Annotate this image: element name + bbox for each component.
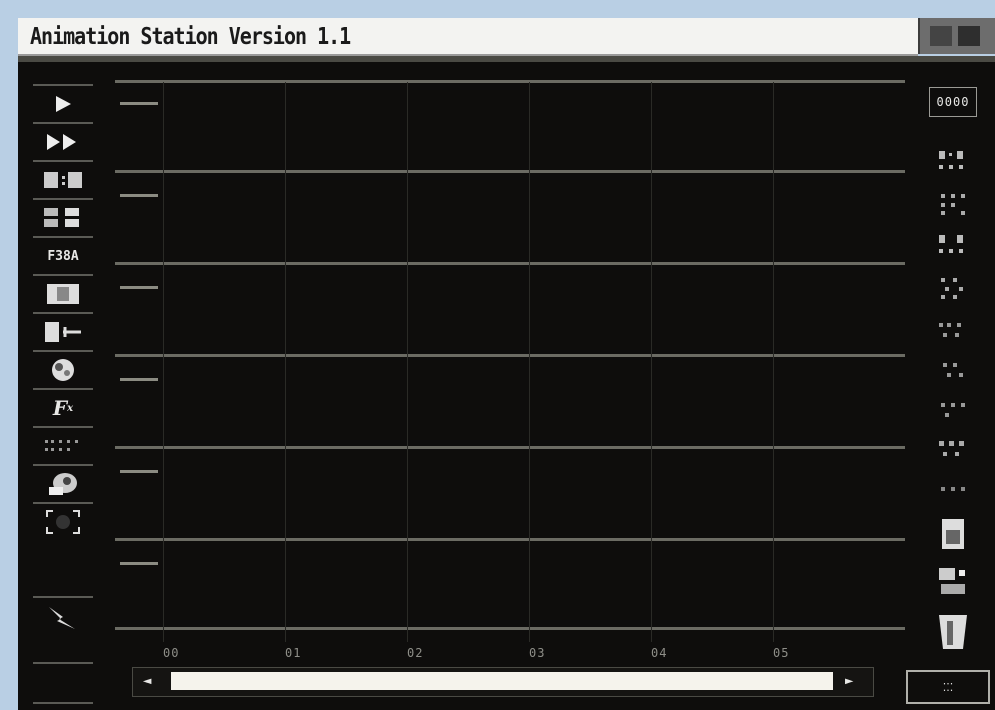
frames-button[interactable]: [33, 198, 93, 236]
frame-view-button[interactable]: [33, 274, 93, 312]
track-control-4-button[interactable]: [923, 270, 983, 306]
left-bottom-panel: [33, 662, 93, 704]
frames-icon: [44, 208, 79, 227]
time-label: 05: [773, 646, 790, 660]
window-depth-gadget[interactable]: [918, 18, 995, 54]
effects-button[interactable]: Fx: [33, 388, 93, 426]
title-bar[interactable]: Animation Station Version 1.1: [18, 18, 918, 56]
track-divider: [115, 80, 905, 83]
trash-icon: [939, 615, 967, 649]
palette-icon: [52, 359, 74, 381]
main-window: F38A Fx 00 01 02 03 04 05 ◄ ► 0000 ⁚⁚⁚: [18, 56, 995, 710]
time-gridline: [163, 82, 164, 642]
time-label: 02: [407, 646, 424, 660]
select-area-button[interactable]: [33, 502, 93, 540]
effects-icon: F: [52, 396, 68, 420]
dotted-grid-button[interactable]: [33, 426, 93, 464]
track-control-6-icon: [943, 363, 963, 377]
track-marker: [120, 562, 158, 565]
fast-forward-icon: [47, 134, 76, 150]
palette-button[interactable]: [33, 350, 93, 388]
frame-view-icon: [47, 284, 79, 304]
scroll-thumb[interactable]: [171, 672, 833, 690]
track-control-4-icon: [941, 278, 963, 299]
track-divider: [115, 446, 905, 449]
document-button[interactable]: [923, 514, 983, 554]
play-button[interactable]: [33, 84, 93, 122]
horizontal-scrollbar[interactable]: ◄ ►: [132, 667, 874, 697]
paint-tool-icon: [49, 473, 77, 495]
frame-counter-icon: [44, 172, 82, 188]
time-label: 04: [651, 646, 668, 660]
track-control-2-icon: [941, 194, 965, 215]
time-label: 03: [529, 646, 546, 660]
paint-tool-button[interactable]: [33, 464, 93, 502]
depth-front-icon: [958, 26, 980, 46]
timeline-tracks[interactable]: 00 01 02 03 04 05: [115, 72, 905, 660]
fast-forward-button[interactable]: [33, 122, 93, 160]
track-divider: [115, 354, 905, 357]
select-area-icon: [46, 510, 80, 534]
track-control-3-button[interactable]: [923, 228, 983, 264]
time-gridline: [285, 82, 286, 642]
track-control-1-icon: [939, 151, 963, 169]
track-marker: [120, 470, 158, 473]
dotted-grid-icon: [45, 440, 78, 451]
frame-label-button[interactable]: F38A: [33, 236, 93, 274]
frame-counter-button[interactable]: [33, 160, 93, 198]
time-gridline: [407, 82, 408, 642]
frame-label-icon: F38A: [47, 248, 79, 264]
lightning-icon: [49, 607, 75, 629]
track-control-3-icon: [939, 235, 963, 253]
insert-frame-button[interactable]: [33, 312, 93, 350]
track-divider: [115, 170, 905, 173]
track-control-7-button[interactable]: [923, 392, 983, 428]
play-icon: [56, 96, 71, 112]
time-gridline: [651, 82, 652, 642]
track-control-7-icon: [941, 403, 965, 417]
track-divider: [115, 627, 905, 630]
counter-display-button[interactable]: 0000: [923, 84, 983, 120]
time-label: 00: [163, 646, 180, 660]
document-icon: [942, 519, 964, 549]
track-marker: [120, 194, 158, 197]
lightning-button[interactable]: [33, 596, 93, 638]
track-divider: [115, 262, 905, 265]
track-marker: [120, 286, 158, 289]
track-control-5-icon: [939, 323, 961, 337]
track-control-9-button[interactable]: [923, 472, 983, 508]
scroll-right-icon[interactable]: ►: [845, 673, 853, 689]
scroll-left-icon[interactable]: ◄: [143, 673, 151, 689]
track-control-5-button[interactable]: [923, 312, 983, 348]
trash-button[interactable]: [923, 610, 983, 654]
counter-display: 0000: [929, 87, 977, 117]
time-gridline: [773, 82, 774, 642]
settings-button[interactable]: [923, 562, 983, 602]
track-control-1-button[interactable]: [923, 144, 983, 180]
time-label: 01: [285, 646, 302, 660]
track-marker: [120, 378, 158, 381]
time-gridline: [529, 82, 530, 642]
status-button[interactable]: ⁚⁚⁚: [906, 670, 990, 704]
depth-back-icon: [930, 26, 952, 46]
track-control-2-button[interactable]: [923, 186, 983, 222]
track-control-8-button[interactable]: [923, 432, 983, 468]
insert-frame-icon: [45, 322, 81, 342]
window-title: Animation Station Version 1.1: [30, 22, 351, 50]
settings-icon: [939, 568, 965, 594]
track-marker: [120, 102, 158, 105]
track-control-9-icon: [941, 487, 965, 491]
track-divider: [115, 538, 905, 541]
track-control-6-button[interactable]: [923, 352, 983, 388]
track-control-8-icon: [939, 441, 964, 456]
